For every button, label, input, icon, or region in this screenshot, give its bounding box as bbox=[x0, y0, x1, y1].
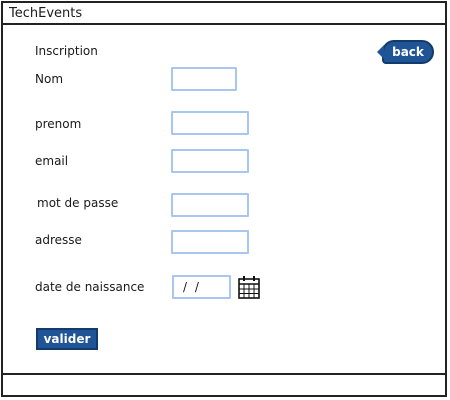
password-label: mot de passe bbox=[37, 196, 119, 210]
submit-button[interactable]: valider bbox=[36, 328, 98, 350]
adresse-label: adresse bbox=[35, 233, 82, 247]
birthdate-field[interactable] bbox=[172, 275, 231, 299]
prenom-field[interactable] bbox=[171, 111, 249, 135]
title-bar: TechEvents bbox=[3, 3, 445, 25]
calendar-icon[interactable] bbox=[238, 275, 260, 299]
back-button[interactable]: back bbox=[377, 40, 434, 64]
birthdate-label: date de naissance bbox=[35, 280, 145, 294]
form-heading: Inscription bbox=[35, 44, 98, 58]
password-field[interactable] bbox=[171, 193, 249, 217]
email-field[interactable] bbox=[171, 149, 249, 173]
adresse-field[interactable] bbox=[171, 230, 249, 254]
prenom-label: prenom bbox=[35, 117, 82, 131]
nom-label: Nom bbox=[35, 72, 64, 86]
email-label: email bbox=[35, 154, 69, 168]
nom-field[interactable] bbox=[171, 67, 237, 91]
footer-bar bbox=[3, 373, 445, 395]
window-title: TechEvents bbox=[9, 6, 83, 21]
